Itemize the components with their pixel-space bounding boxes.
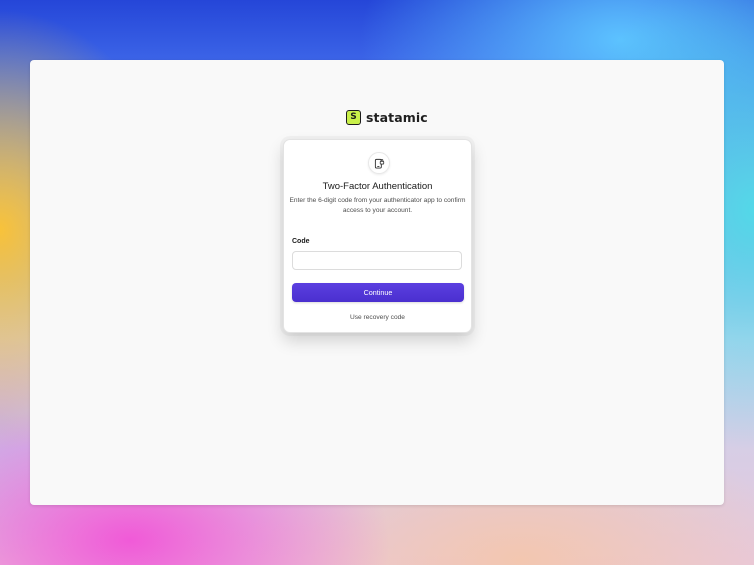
statamic-logo: S statamic [346, 110, 428, 125]
code-input[interactable] [292, 251, 462, 270]
code-label: Code [292, 238, 310, 245]
instruction-text: Enter the 6-digit code from your authent… [289, 197, 466, 214]
browser-window: S statamic Two-Factor Authentication Ent… [30, 60, 724, 505]
page-title: Two-Factor Authentication [322, 181, 433, 192]
desktop-background: S statamic Two-Factor Authentication Ent… [0, 0, 754, 565]
phone-lock-icon-glyph [374, 158, 384, 169]
two-factor-card: Two-Factor Authentication Enter the 6-di… [283, 139, 472, 333]
continue-button[interactable]: Continue [292, 283, 464, 302]
statamic-logo-mark: S [346, 110, 361, 125]
phone-lock-icon [368, 152, 390, 174]
use-recovery-code-link[interactable]: Use recovery code [284, 314, 471, 321]
statamic-wordmark: statamic [366, 110, 428, 125]
